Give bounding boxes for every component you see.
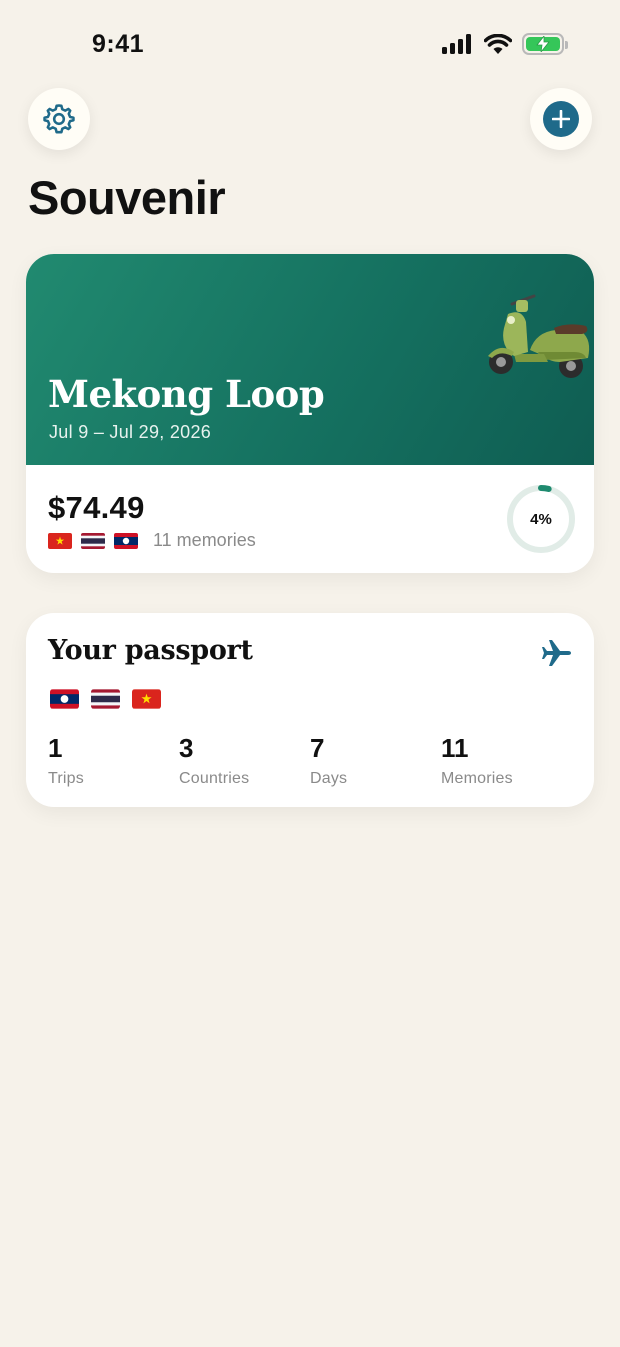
page-title: Souvenir [28,171,226,224]
trip-dates: Jul 9 – Jul 29, 2026 [49,422,212,442]
thailand-flag-icon [81,532,105,549]
stat-value: 11 [441,733,469,763]
passport-card: Your passport 1 Trips 3 Countries 7 Days… [26,613,594,807]
stat-label: Trips [48,770,84,787]
trip-hero: Mekong Loop Jul 9 – Jul 29, 2026 [26,254,594,465]
wifi-icon [484,34,512,54]
vietnam-flag-icon [132,689,161,709]
laos-flag-icon [114,532,138,549]
scooter-icon [488,294,590,378]
gear-icon [43,104,75,134]
status-bar: 9:41 [0,0,620,90]
trip-amount: $74.49 [48,490,145,525]
stat-value: 1 [48,733,63,763]
stat-trips: 1 Trips [48,733,84,788]
plus-icon [552,110,570,128]
stat-value: 3 [179,733,194,763]
stat-label: Memories [441,770,513,787]
stat-countries: 3 Countries [179,733,249,788]
laos-flag-icon [50,689,79,709]
add-trip-button[interactable] [530,88,592,150]
trip-title: Mekong Loop [48,372,325,416]
stat-label: Days [310,770,348,787]
trip-meta: 11 memories [48,530,256,551]
passport-flags [50,689,173,709]
settings-button[interactable] [28,88,90,150]
passport-title: Your passport [48,635,253,666]
trip-card[interactable]: Mekong Loop Jul 9 – Jul 29, 2026 $74.49 … [26,254,594,573]
thailand-flag-icon [91,689,120,709]
memories-count: 11 memories [153,530,256,550]
stat-value: 7 [310,733,325,763]
airplane-icon[interactable] [542,639,572,667]
battery-icon [522,33,568,55]
stat-days: 7 Days [310,733,347,788]
add-circle [543,101,579,137]
status-time: 9:41 [92,30,145,58]
vietnam-flag-icon [48,532,72,549]
stat-label: Countries [179,770,250,787]
progress-percent: 4% [530,510,552,528]
cellular-signal-icon [442,34,471,54]
charging-bolt-icon [536,36,550,52]
status-icons [442,33,568,55]
stat-memories: 11 Memories [441,733,513,788]
